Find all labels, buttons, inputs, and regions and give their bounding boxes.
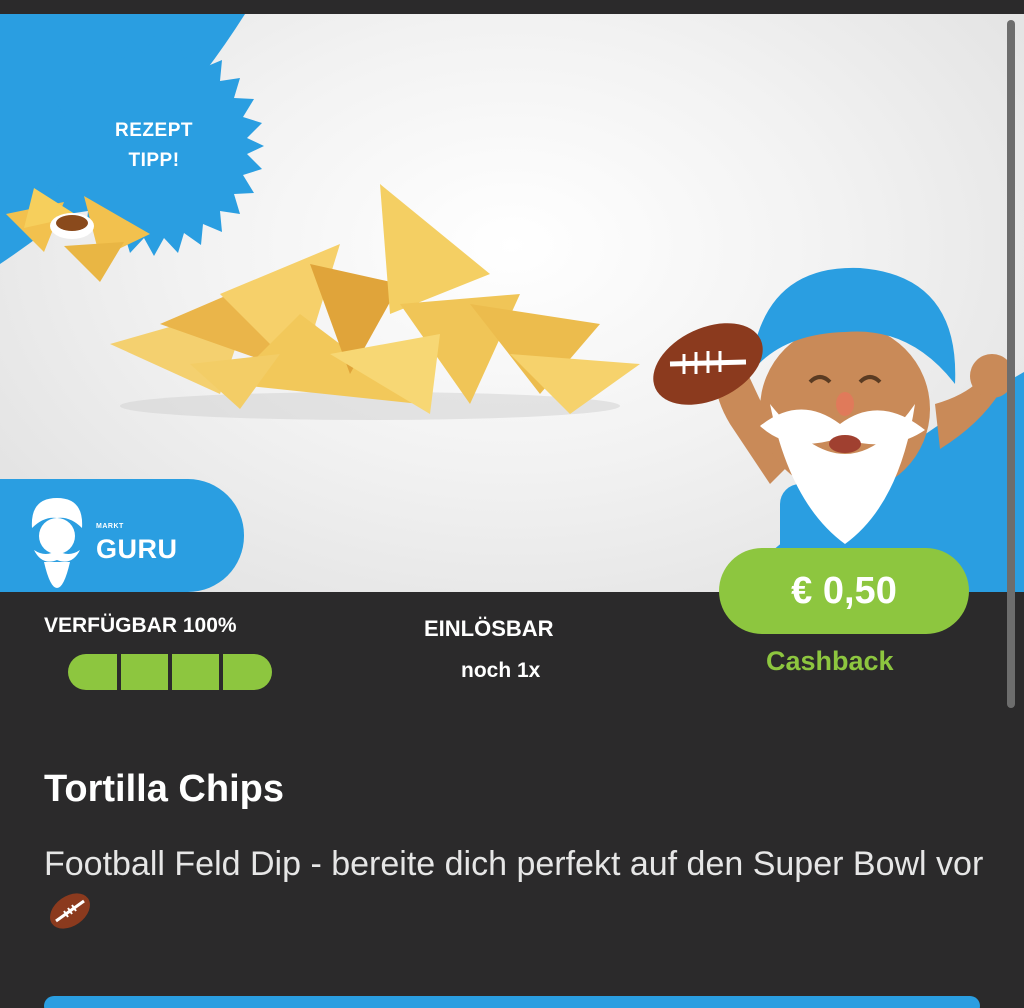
guru-logo-icon xyxy=(31,498,83,588)
availability-label: VERFÜGBAR 100% xyxy=(44,614,237,637)
scrollbar[interactable] xyxy=(1007,20,1015,708)
action-button[interactable] xyxy=(44,996,980,1008)
recipe-tip-badge: REZEPT TIPP! xyxy=(44,116,264,176)
price-value: € 0,50 xyxy=(791,569,897,612)
cashback-price-badge[interactable]: € 0,50 xyxy=(719,548,969,634)
progress-segment xyxy=(121,654,172,690)
progress-segment xyxy=(70,654,121,690)
redeemable-count: noch 1x xyxy=(461,659,541,682)
badge-line-2: TIPP! xyxy=(128,150,180,171)
top-strip xyxy=(0,0,1024,14)
offer-hero-image[interactable]: REZEPT TIPP! MARKT GURU xyxy=(0,14,1024,592)
badge-line-1: REZEPT xyxy=(115,120,193,141)
american-football-icon xyxy=(50,893,90,929)
redeemable-label: EINLÖSBAR xyxy=(424,616,554,641)
availability-progress-bar xyxy=(68,654,272,690)
tortilla-chips-image xyxy=(110,184,640,420)
progress-segment xyxy=(172,654,223,690)
market-guru-mascot-image xyxy=(653,267,1010,574)
product-description: Football Feld Dip - bereite dich perfekt… xyxy=(44,842,984,933)
product-description-text: Football Feld Dip - bereite dich perfekt… xyxy=(44,845,984,883)
brand-name: GURU xyxy=(96,534,178,564)
product-title: Tortilla Chips xyxy=(44,768,284,810)
progress-segment xyxy=(223,654,270,690)
brand-small-text: MARKT xyxy=(96,523,124,530)
cashback-label: Cashback xyxy=(766,646,894,676)
